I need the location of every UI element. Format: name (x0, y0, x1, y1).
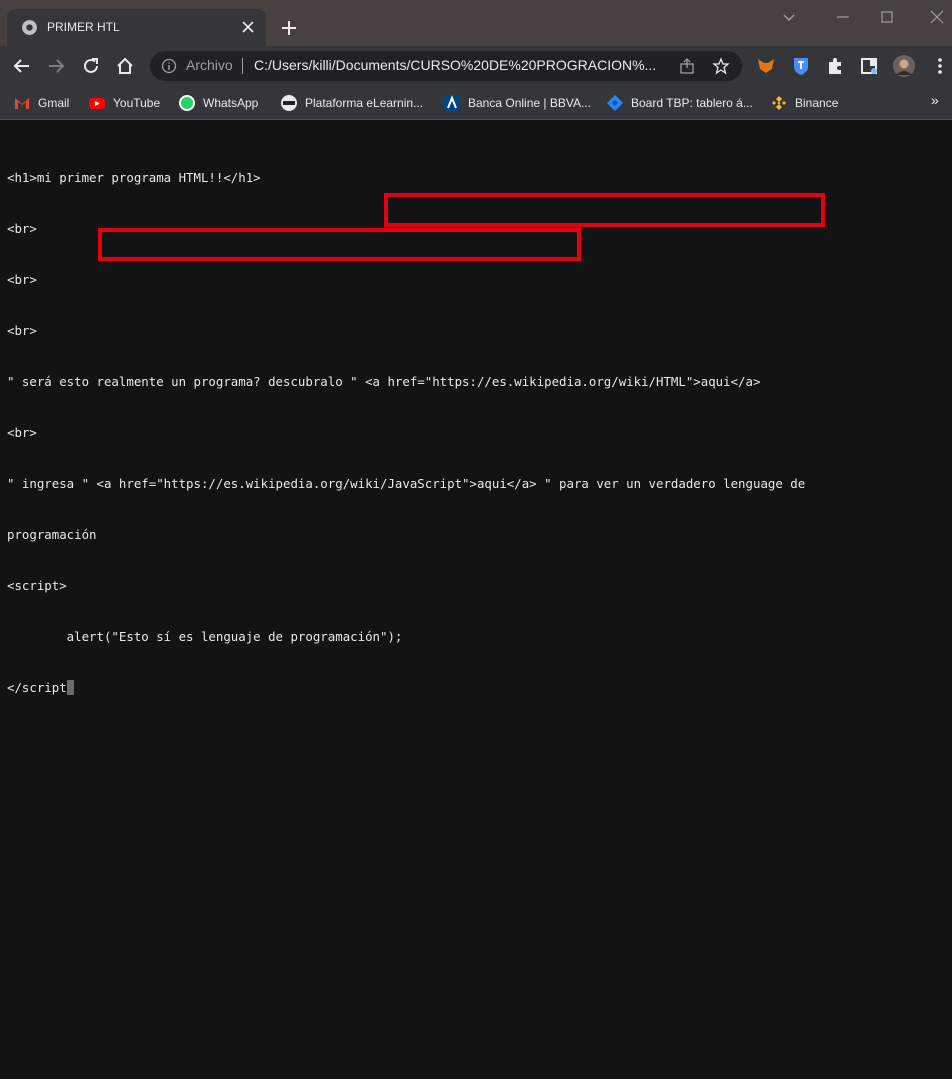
whatsapp-icon (179, 95, 195, 111)
source-line: </script (7, 680, 67, 695)
bookmark-label: YouTube (113, 96, 161, 110)
bookmark-plataforma[interactable]: Plataforma eLearnin... (280, 93, 423, 113)
source-line: " ingresa " <a href="https://es.wikipedi… (7, 476, 806, 491)
bookmarks-bar: Gmail YouTube WhatsApp Plataforma eLearn… (0, 86, 952, 120)
reload-icon[interactable] (80, 55, 102, 77)
bbva-icon (444, 95, 460, 111)
back-arrow-icon[interactable] (11, 55, 33, 77)
close-tab-icon[interactable] (240, 19, 256, 35)
address-separator (242, 58, 243, 74)
source-line: <br> (7, 323, 37, 338)
bookmark-bbva[interactable]: Banca Online | BBVA... (443, 93, 591, 113)
tab-title: PRIMER HTL (47, 20, 120, 34)
source-line: " será esto realmente un programa? descu… (7, 374, 761, 389)
share-icon[interactable] (678, 57, 696, 75)
reading-list-icon[interactable] (858, 55, 880, 77)
page-content: <h1>mi primer programa HTML!!</h1> <br> … (0, 121, 952, 1079)
source-line: <script> (7, 578, 67, 593)
source-line: <br> (7, 272, 37, 287)
source-line: programación (7, 527, 97, 542)
tab-active[interactable]: PRIMER HTL (7, 9, 266, 46)
bookmark-youtube[interactable]: YouTube (88, 93, 160, 113)
globe-icon (22, 20, 37, 35)
profile-avatar[interactable] (893, 55, 915, 77)
bookmark-gmail[interactable]: Gmail (13, 93, 69, 113)
bookmark-label: Banca Online | BBVA... (468, 96, 591, 110)
bitwarden-icon[interactable] (790, 55, 812, 77)
youtube-icon (89, 98, 105, 109)
coder-icon (281, 95, 297, 111)
maximize-icon[interactable] (878, 8, 896, 26)
close-window-icon[interactable] (928, 8, 946, 26)
bookmark-label: WhatsApp (203, 96, 259, 110)
bookmark-label: Plataforma eLearnin... (305, 96, 424, 110)
bookmark-label: Board TBP: tablero á... (631, 96, 753, 110)
menu-kebab-icon[interactable] (929, 55, 951, 77)
bookmark-binance[interactable]: Binance (770, 93, 838, 113)
gmail-icon (15, 98, 29, 109)
source-line: alert("Esto sí es lenguaje de programaci… (7, 629, 403, 644)
new-tab-icon[interactable] (279, 18, 299, 38)
file-chip: Archivo (186, 57, 233, 73)
extensions-puzzle-icon[interactable] (824, 55, 846, 77)
bookmark-label: Gmail (38, 96, 70, 110)
highlight-box-html-link (384, 193, 825, 227)
tab-search-icon[interactable] (780, 8, 798, 26)
bookmarks-overflow-chevron[interactable]: » (931, 92, 939, 108)
source-line: <h1>mi primer programa HTML!!</h1> (7, 170, 261, 185)
info-icon[interactable] (161, 58, 177, 74)
tab-strip: PRIMER HTL (0, 0, 952, 46)
bookmark-board[interactable]: Board TBP: tablero á... (606, 93, 753, 113)
url-text[interactable]: C:/Users/killi/Documents/CURSO%20DE%20PR… (254, 57, 674, 73)
metamask-icon[interactable] (755, 55, 777, 77)
bookmark-whatsapp[interactable]: WhatsApp (178, 93, 258, 113)
bookmark-star-icon[interactable] (712, 57, 730, 75)
highlight-box-javascript-link (98, 228, 581, 261)
binance-icon (772, 96, 786, 110)
source-line-last: </script (7, 679, 947, 696)
source-line: <br> (7, 425, 37, 440)
minimize-icon[interactable] (834, 8, 852, 26)
jira-icon (607, 95, 623, 111)
toolbar: Archivo C:/Users/killi/Documents/CURSO%2… (0, 46, 952, 86)
home-icon[interactable] (114, 55, 136, 77)
bookmark-label: Binance (795, 96, 839, 110)
address-bar[interactable]: Archivo C:/Users/killi/Documents/CURSO%2… (150, 51, 742, 81)
text-cursor (66, 680, 74, 695)
forward-arrow-icon[interactable] (45, 55, 67, 77)
